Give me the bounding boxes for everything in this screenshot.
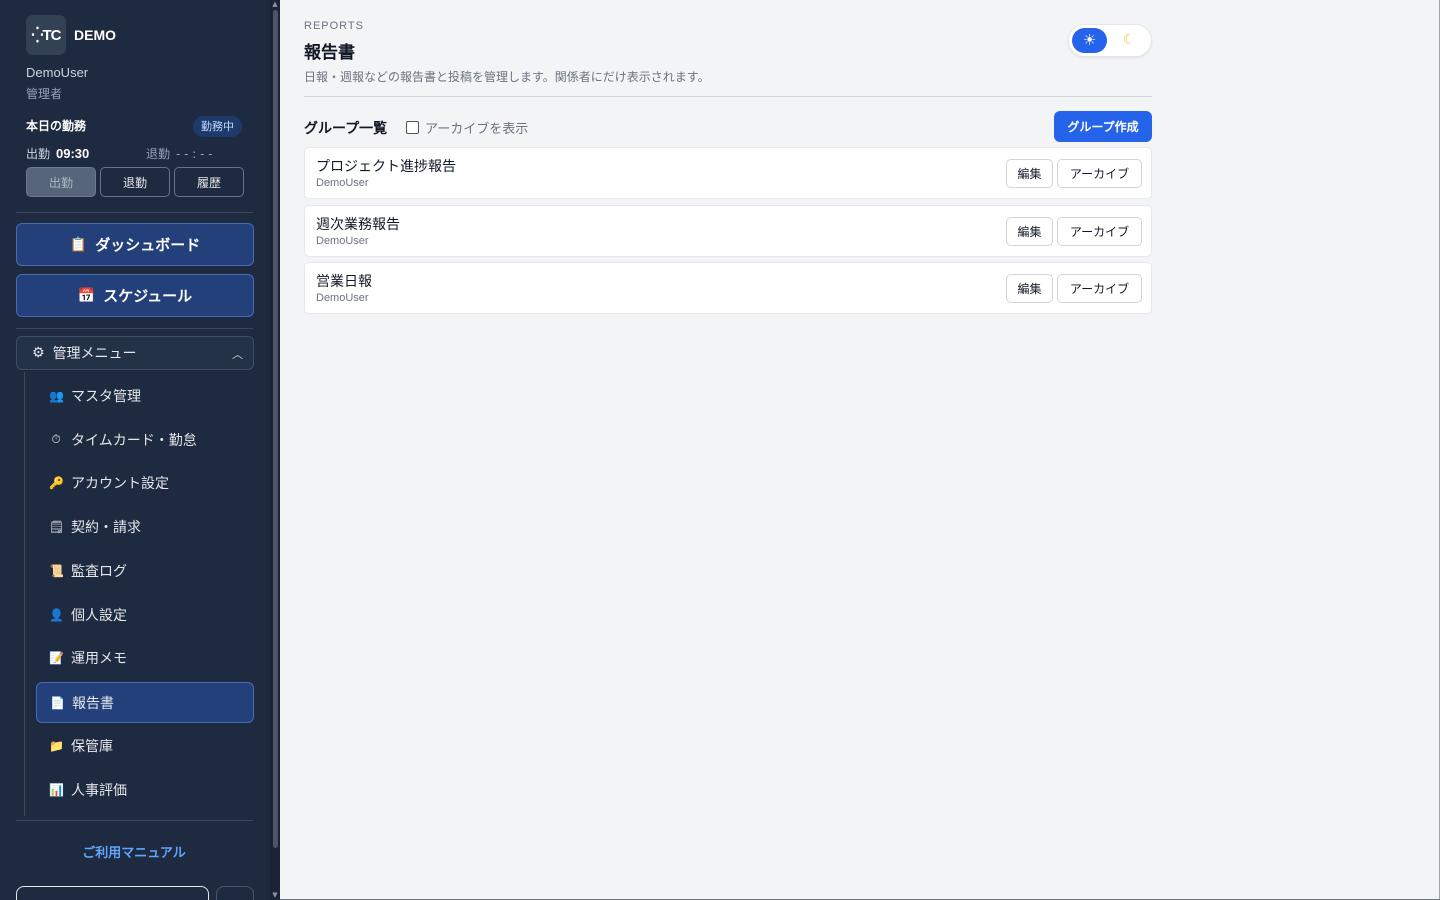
archive-button[interactable]: アーカイブ (1057, 274, 1142, 303)
sidebar-item-label: 監査ログ (71, 563, 127, 580)
sidebar-item-label: 個人設定 (71, 607, 127, 624)
schedule-button[interactable]: 📅 スケジュール (16, 274, 254, 317)
sidebar-item-account[interactable]: 🔑 アカウント設定 (36, 462, 254, 503)
group-name: プロジェクト進捗報告 (316, 159, 456, 175)
create-group-button[interactable]: グループ作成 (1054, 111, 1152, 142)
scrollbar-thumb[interactable] (273, 10, 278, 848)
scroll-icon: 📜 (49, 563, 64, 578)
archive-button[interactable]: アーカイブ (1057, 217, 1142, 246)
group-name: 営業日報 (316, 274, 372, 290)
group-list-title: グループ一覧 (304, 121, 388, 137)
clock-out-button[interactable]: 退勤 (100, 167, 170, 197)
sun-icon[interactable]: ☀ (1072, 28, 1107, 53)
clock-in-label: 出勤 (26, 147, 51, 161)
main-content: REPORTS 報告書 日報・週報などの報告書と投稿を管理します。関係者にだけ表… (280, 0, 1440, 900)
dashboard-button[interactable]: 📋 ダッシュボード (16, 223, 254, 266)
manual-link[interactable]: ご利用マニュアル (0, 842, 268, 861)
group-owner: DemoUser (316, 177, 369, 189)
group-name: 週次業務報告 (316, 217, 400, 233)
brand-name: DEMO (74, 27, 116, 43)
sidebar-item-memo[interactable]: 📝 運用メモ (36, 637, 254, 678)
scroll-up-arrow-icon[interactable]: ▲ (272, 1, 278, 8)
group-owner: DemoUser (316, 235, 369, 247)
sidebar-item-label: 報告書 (72, 695, 114, 712)
sidebar-item-label: 契約・請求 (71, 519, 141, 536)
admin-menu-toggle[interactable]: ⚙ 管理メニュー ︿ (16, 336, 254, 370)
clipboard-icon: 📋 (69, 236, 88, 253)
sidebar-item-master[interactable]: 👥 マスタ管理 (36, 375, 254, 416)
sidebar-bottom-icon-button[interactable] (216, 886, 254, 900)
group-card: 週次業務報告 DemoUser 編集 アーカイブ (304, 205, 1152, 257)
edit-button[interactable]: 編集 (1006, 274, 1053, 303)
page-description: 日報・週報などの報告書と投稿を管理します。関係者にだけ表示されます。 (304, 70, 710, 84)
dashboard-label: ダッシュボード (95, 236, 201, 254)
sidebar: ⁛TC DEMO DemoUser 管理者 本日の勤務 勤務中 出勤 09:30 … (0, 0, 280, 900)
sidebar-item-label: 人事評価 (71, 782, 127, 799)
sidebar-item-contract[interactable]: 🗒 契約・請求 (36, 506, 254, 547)
sidebar-item-evaluation[interactable]: 📊 人事評価 (36, 769, 254, 810)
edit-button[interactable]: 編集 (1006, 217, 1053, 246)
history-button[interactable]: 履歴 (174, 167, 244, 197)
clock-out-label: 退勤 (146, 147, 171, 161)
clock-in-readout: 出勤 09:30 (26, 145, 89, 162)
sidebar-item-vault[interactable]: 📁 保管庫 (36, 725, 254, 766)
page-icon: 📄 (50, 695, 65, 710)
brand[interactable]: ⁛TC DEMO (26, 15, 116, 55)
chevron-up-icon: ︿ (232, 348, 243, 361)
calendar-icon: 📅 (77, 287, 96, 304)
gear-icon: ⚙ (32, 345, 45, 361)
archive-button[interactable]: アーカイブ (1057, 159, 1142, 188)
logo: ⁛TC (26, 15, 66, 55)
sidebar-scrollbar[interactable]: ▲ ▼ (270, 0, 280, 900)
header-divider (304, 96, 1152, 97)
checkbox-box[interactable] (406, 121, 419, 134)
sidebar-item-label: 運用メモ (71, 650, 127, 667)
schedule-label: スケジュール (103, 287, 193, 305)
sidebar-item-label: マスタ管理 (71, 388, 141, 405)
sidebar-divider (16, 328, 253, 329)
show-archived-checkbox[interactable]: アーカイブを表示 (406, 118, 528, 137)
theme-toggle[interactable]: ☀ ☾ (1068, 24, 1152, 57)
document-icon: 🗒 (49, 519, 65, 534)
user-name: DemoUser (26, 65, 89, 80)
clock-out-time: - - : - - (176, 147, 213, 161)
clock-out-readout: 退勤 - - : - - (140, 145, 213, 162)
sidebar-item-label: タイムカード・勤怠 (71, 432, 197, 449)
group-card: プロジェクト進捗報告 DemoUser 編集 アーカイブ (304, 147, 1152, 199)
sidebar-item-audit[interactable]: 📜 監査ログ (36, 550, 254, 591)
clock-in-button[interactable]: 出勤 (26, 167, 96, 197)
group-card: 営業日報 DemoUser 編集 アーカイブ (304, 262, 1152, 314)
memo-icon: 📝 (49, 650, 64, 665)
key-icon: 🔑 (49, 475, 64, 490)
sidebar-bottom-button[interactable] (16, 886, 209, 900)
menu-tree-line (24, 372, 25, 816)
folder-icon: 📁 (49, 738, 64, 753)
stopwatch-icon: ⏱ (51, 432, 61, 446)
status-badge: 勤務中 (193, 116, 242, 137)
page-kicker: REPORTS (304, 20, 364, 32)
chart-icon: 📊 (49, 782, 64, 797)
people-icon: 👥 (49, 388, 64, 403)
sidebar-item-reports[interactable]: 📄 報告書 (36, 682, 254, 723)
scroll-down-arrow-icon[interactable]: ▼ (272, 892, 278, 899)
person-icon: 👤 (49, 607, 64, 622)
admin-menu-label: 管理メニュー (52, 346, 137, 362)
user-role: 管理者 (26, 87, 63, 101)
edit-button[interactable]: 編集 (1006, 159, 1053, 188)
group-owner: DemoUser (316, 292, 369, 304)
show-archived-label: アーカイブを表示 (425, 122, 529, 137)
sidebar-item-personal[interactable]: 👤 個人設定 (36, 594, 254, 635)
attendance-title: 本日の勤務 (26, 119, 87, 133)
page-title: 報告書 (304, 43, 355, 63)
sidebar-item-timecard[interactable]: ⏱ タイムカード・勤怠 (36, 419, 254, 460)
clock-in-time: 09:30 (56, 146, 90, 161)
sidebar-item-label: 保管庫 (71, 738, 113, 755)
sidebar-item-label: アカウント設定 (71, 475, 169, 492)
sidebar-divider (16, 212, 253, 213)
moon-icon[interactable]: ☾ (1113, 28, 1145, 53)
sidebar-divider (16, 820, 253, 821)
